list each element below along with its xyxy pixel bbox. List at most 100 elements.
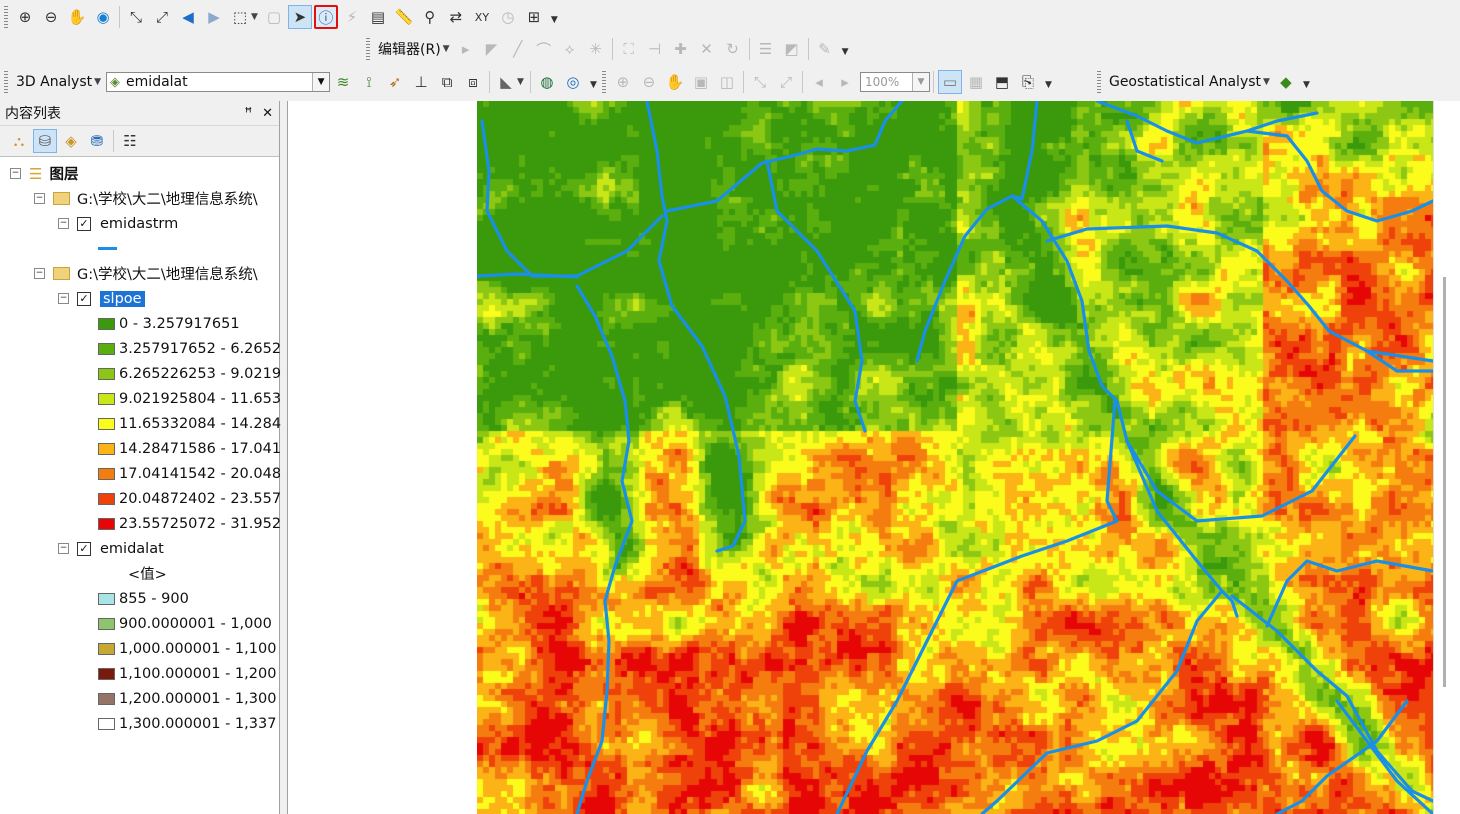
- collapse-icon[interactable]: −: [34, 268, 45, 279]
- layer-combo-box[interactable]: ◈ emidalat ▼: [106, 72, 331, 92]
- change-layout-icon[interactable]: ⬒: [990, 70, 1014, 94]
- map-data-frame[interactable]: [477, 101, 1433, 814]
- data-driven-pages-icon[interactable]: ⎘: [1016, 70, 1040, 94]
- collapse-icon[interactable]: −: [58, 293, 69, 304]
- toolbar-grip[interactable]: [4, 71, 8, 93]
- close-icon[interactable]: ✕: [262, 106, 273, 121]
- legend-class-row[interactable]: 11.65332084 - 14.284: [98, 411, 281, 436]
- toolbar-overflow-icon[interactable]: ▼: [1303, 74, 1311, 90]
- zoom-100-percent-icon[interactable]: ◫: [715, 70, 739, 94]
- toolbar-grip[interactable]: [1096, 71, 1101, 93]
- collapse-icon[interactable]: −: [58, 543, 69, 554]
- collapse-icon[interactable]: −: [58, 218, 69, 229]
- end-point-arc-icon[interactable]: ⌒: [532, 37, 556, 61]
- zoom-whole-page-icon[interactable]: ▣: [689, 70, 713, 94]
- fixed-zoom-out-icon[interactable]: ⤢: [150, 5, 174, 29]
- toolbar-grip[interactable]: [366, 38, 370, 60]
- list-by-selection-icon[interactable]: ⛃: [85, 129, 109, 153]
- legend-class-row[interactable]: 855 - 900: [98, 586, 189, 611]
- select-elements-arrow-icon[interactable]: ➤: [287, 5, 312, 29]
- fixed-zoom-in-layout-icon[interactable]: ⤡: [748, 70, 772, 94]
- chevron-down-icon[interactable]: ▼: [312, 73, 330, 91]
- legend-class-row[interactable]: 1,100.000001 - 1,200: [98, 661, 276, 686]
- fixed-zoom-out-layout-icon[interactable]: ⤢: [774, 70, 798, 94]
- select-features-icon[interactable]: ⬚: [228, 5, 252, 29]
- zoom-percent-combo[interactable]: 100% ▼: [859, 72, 930, 92]
- toolbar-overflow-icon[interactable]: ▼: [590, 74, 598, 90]
- point-icon[interactable]: ✳: [584, 37, 608, 61]
- legend-class-row[interactable]: 900.0000001 - 1,000: [98, 611, 272, 636]
- line-of-sight-icon[interactable]: ➶: [383, 70, 407, 94]
- html-popup-icon[interactable]: ▤: [366, 5, 390, 29]
- hyperlink-icon[interactable]: ⚡: [340, 5, 364, 29]
- chevron-down-icon[interactable]: ▼: [911, 73, 929, 91]
- toolbar-overflow-icon[interactable]: ▼: [551, 9, 559, 25]
- legend-class-row[interactable]: 1,000.000001 - 1,100: [98, 636, 276, 661]
- geostatistical-analyst-menu-button[interactable]: Geostatistical Analyst: [1105, 74, 1265, 90]
- legend-class-row[interactable]: 17.04141542 - 20.048: [98, 461, 281, 486]
- trace-icon[interactable]: ⟡: [558, 37, 582, 61]
- toolbar-grip[interactable]: [4, 6, 8, 28]
- list-by-drawing-order-icon[interactable]: ⛬: [7, 129, 31, 153]
- arcglobe-icon[interactable]: ◍: [535, 70, 559, 94]
- select-features-dropdown-icon[interactable]: ▼: [251, 12, 258, 22]
- collapse-icon[interactable]: −: [10, 168, 21, 179]
- profile-graph-dropdown-icon[interactable]: ▼: [517, 77, 524, 87]
- attributes-icon[interactable]: ☰: [754, 37, 778, 61]
- toolbar-overflow-icon[interactable]: ▼: [1045, 74, 1053, 90]
- toc-group-row[interactable]: − G:\学校\大二\地理信息系统\: [34, 186, 258, 211]
- layout-pan-icon[interactable]: ✋: [663, 70, 687, 94]
- pan-hand-icon[interactable]: ✋: [65, 5, 89, 29]
- edit-annotation-icon[interactable]: ◤: [480, 37, 504, 61]
- list-by-visibility-icon[interactable]: ◈: [59, 129, 83, 153]
- layer-visibility-checkbox[interactable]: ✓: [77, 541, 91, 556]
- layout-zoom-out-icon[interactable]: ⊖: [637, 70, 661, 94]
- scrollbar-thumb[interactable]: [1443, 277, 1446, 687]
- interpolate-point-icon[interactable]: ⊥: [409, 70, 433, 94]
- editor-dropdown-icon[interactable]: ▼: [443, 44, 450, 54]
- forward-arrow-icon[interactable]: ▶: [202, 5, 226, 29]
- map-blank-area[interactable]: [287, 101, 478, 814]
- list-by-source-icon[interactable]: ⛁: [33, 129, 57, 153]
- 3d-analyst-menu-button[interactable]: 3D Analyst: [12, 74, 96, 90]
- split-icon[interactable]: ✕: [695, 37, 719, 61]
- zoom-out-icon[interactable]: ⊖: [39, 5, 63, 29]
- editor-menu-button[interactable]: 编辑器(R): [374, 39, 445, 59]
- sketch-properties-icon[interactable]: ◩: [780, 37, 804, 61]
- legend-class-row[interactable]: 14.28471586 - 17.041: [98, 436, 281, 461]
- toc-layer-row-slope[interactable]: − ✓ slpoe: [58, 286, 145, 311]
- back-arrow-icon[interactable]: ◀: [176, 5, 200, 29]
- geostatistical-dropdown-icon[interactable]: ▼: [1263, 77, 1270, 87]
- clear-selection-icon[interactable]: ▢: [262, 5, 286, 29]
- layout-zoom-in-icon[interactable]: ⊕: [611, 70, 635, 94]
- identify-info-icon[interactable]: ⓘ: [313, 5, 338, 29]
- collapse-icon[interactable]: −: [34, 193, 45, 204]
- zoom-in-icon[interactable]: ⊕: [13, 5, 37, 29]
- fixed-zoom-in-icon[interactable]: ⤡: [124, 5, 148, 29]
- toc-group-row[interactable]: − G:\学校\大二\地理信息系统\: [34, 261, 258, 286]
- steepest-path-icon[interactable]: ⟟: [357, 70, 381, 94]
- toggle-draft-mode-icon[interactable]: ▭: [937, 70, 962, 94]
- find-route-icon[interactable]: ⇄: [444, 5, 468, 29]
- legend-class-row[interactable]: 1,200.000001 - 1,300: [98, 686, 276, 711]
- toolbar-overflow-icon[interactable]: ▼: [842, 41, 850, 57]
- focus-data-frame-icon[interactable]: ▦: [964, 70, 988, 94]
- arcscene-icon[interactable]: ◎: [561, 70, 585, 94]
- edit-vertices-icon[interactable]: ⛶: [617, 37, 641, 61]
- rotate-icon[interactable]: ↻: [721, 37, 745, 61]
- legend-class-row[interactable]: 6.265226253 - 9.0219: [98, 361, 281, 386]
- edit-tool-icon[interactable]: ▸: [454, 37, 478, 61]
- find-binoculars-icon[interactable]: ⚲: [418, 5, 442, 29]
- legend-class-row[interactable]: 23.55725072 - 31.952: [98, 511, 281, 536]
- contour-icon[interactable]: ≋: [331, 70, 355, 94]
- geostatistical-wizard-icon[interactable]: ◆: [1274, 70, 1298, 94]
- toolbar-grip[interactable]: [601, 71, 606, 93]
- 3d-analyst-dropdown-icon[interactable]: ▼: [94, 77, 101, 87]
- go-back-extent-icon[interactable]: ◂: [807, 70, 831, 94]
- create-features-icon[interactable]: ✎: [813, 37, 837, 61]
- create-viewer-window-icon[interactable]: ⊞: [522, 5, 546, 29]
- legend-class-row[interactable]: 20.04872402 - 23.557: [98, 486, 281, 511]
- interpolate-polygon-icon[interactable]: ⧈: [461, 70, 485, 94]
- full-extent-globe-icon[interactable]: ◉: [91, 5, 115, 29]
- legend-class-row[interactable]: 9.021925804 - 11.653: [98, 386, 281, 411]
